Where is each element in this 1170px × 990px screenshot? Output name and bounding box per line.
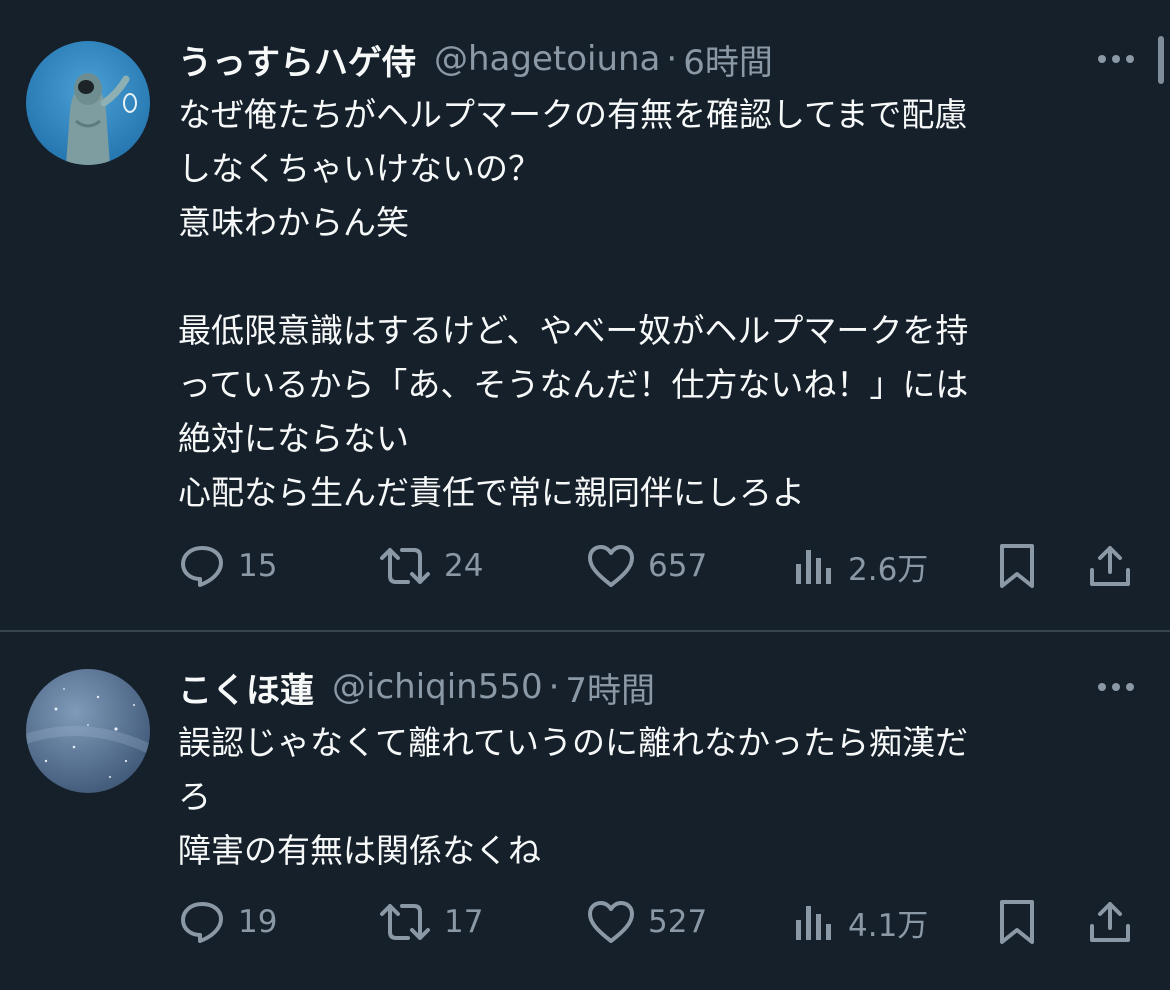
avatar[interactable]: [26, 669, 150, 793]
like-count: 657: [648, 548, 708, 584]
views-button[interactable]: 2.6万: [792, 538, 928, 594]
more-icon: [1098, 683, 1134, 691]
retweet-button[interactable]: 17: [378, 894, 483, 950]
more-options-button[interactable]: [1090, 672, 1142, 702]
like-button[interactable]: 527: [586, 894, 707, 950]
tweet[interactable]: うっすらハゲ侍 @hagetoiuna · 6時間 なぜ俺たちがヘルプマークの有…: [0, 0, 1170, 630]
tweet-header: こくほ蓮 @ichiqin550 · 7時間: [178, 662, 655, 712]
timestamp[interactable]: 6時間: [683, 35, 773, 84]
share-icon: [1090, 902, 1130, 942]
timestamp[interactable]: 7時間: [565, 663, 655, 712]
separator-dot: ·: [548, 667, 560, 707]
views-icon: [796, 906, 831, 940]
heart-icon: [588, 545, 634, 587]
bookmark-icon: [1000, 900, 1034, 944]
more-icon: [1098, 55, 1134, 63]
retweet-icon: [380, 548, 430, 584]
bookmark-button[interactable]: [996, 894, 1038, 950]
reply-icon: [181, 546, 223, 587]
tweet-text: 誤認じゃなくて離れていうのに離れなかったら痴漢だ ろ 障害の有無は関係なくね: [178, 723, 969, 870]
tweet[interactable]: こくほ蓮 @ichiqin550 · 7時間 誤認じゃなくて離れていうのに離れな…: [0, 632, 1170, 990]
share-button[interactable]: [1086, 538, 1134, 594]
display-name[interactable]: うっすらハゲ侍: [178, 35, 416, 84]
scrollbar[interactable]: [1158, 36, 1164, 84]
tweet-actions: 15 24 657 2.6万: [178, 538, 1138, 594]
views-icon: [796, 550, 831, 584]
share-button[interactable]: [1086, 894, 1134, 950]
like-button[interactable]: 657: [586, 538, 707, 594]
bookmark-button[interactable]: [996, 538, 1038, 594]
tweet-header: うっすらハゲ侍 @hagetoiuna · 6時間: [178, 34, 773, 84]
avatar-image: [26, 41, 150, 165]
views-count: 2.6万: [848, 551, 929, 588]
reply-count: 19: [238, 904, 278, 940]
reply-count: 15: [238, 548, 278, 584]
more-options-button[interactable]: [1090, 44, 1142, 74]
retweet-count: 17: [444, 904, 484, 940]
retweet-icon: [380, 904, 430, 940]
share-icon: [1090, 546, 1130, 586]
tweet-actions: 19 17 527 4.1万: [178, 894, 1138, 950]
retweet-button[interactable]: 24: [378, 538, 483, 594]
avatar-image: [26, 669, 150, 793]
display-name[interactable]: こくほ蓮: [178, 663, 314, 712]
user-handle[interactable]: @ichiqin550: [332, 667, 543, 707]
views-count: 4.1万: [848, 907, 929, 944]
user-handle[interactable]: @hagetoiuna: [434, 39, 660, 79]
views-button[interactable]: 4.1万: [792, 894, 928, 950]
reply-icon: [181, 902, 223, 943]
avatar[interactable]: [26, 41, 150, 165]
like-count: 527: [648, 904, 708, 940]
heart-icon: [588, 901, 634, 943]
separator-dot: ·: [666, 39, 678, 79]
bookmark-icon: [1000, 544, 1034, 588]
retweet-count: 24: [444, 548, 484, 584]
tweet-text: なぜ俺たちがヘルプマークの有無を確認してまで配慮 しなくちゃいけないの？ 意味わ…: [178, 95, 969, 512]
reply-button[interactable]: 15: [178, 538, 277, 594]
reply-button[interactable]: 19: [178, 894, 277, 950]
